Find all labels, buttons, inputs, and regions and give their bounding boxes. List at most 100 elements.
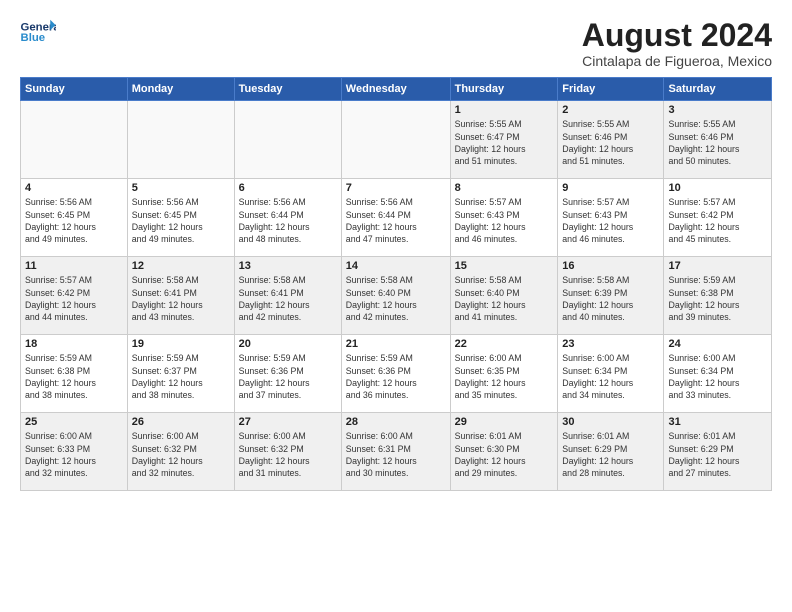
table-row: 15 Sunrise: 5:58 AMSunset: 6:40 PMDayligh… [450,257,558,335]
day-number: 5 [132,182,230,194]
day-info: Sunrise: 5:59 AMSunset: 6:37 PMDaylight:… [132,352,230,401]
day-number: 4 [25,182,123,194]
table-row: 14Sunrise: 5:58 AMSunset: 6:40 PMDayligh… [341,257,450,335]
title-block: August 2024 Cintalapa de Figueroa, Mexic… [582,18,772,69]
day-info: Sunrise: 5:57 AMSunset: 6:43 PMDaylight:… [562,196,659,245]
table-row [127,101,234,179]
col-sunday: Sunday [21,78,128,101]
day-info: Sunrise: 6:01 AMSunset: 6:30 PMDaylight:… [455,430,554,479]
day-number: 1 [455,104,554,116]
table-row: 13 Sunrise: 5:58 AMSunset: 6:41 PMDayligh… [234,257,341,335]
page: General Blue August 2024 Cintalapa de Fi… [0,0,792,501]
table-row [234,101,341,179]
calendar-week-row: 4 Sunrise: 5:56 AMSunset: 6:45 PMDaylight… [21,179,772,257]
month-year: August 2024 [582,18,772,53]
table-row: 17Sunrise: 5:59 AMSunset: 6:38 PMDayligh… [664,257,772,335]
day-info: Sunrise: 5:58 AMSunset: 6:41 PMDaylight:… [132,274,230,323]
table-row: 6 Sunrise: 5:56 AMSunset: 6:44 PMDaylight… [234,179,341,257]
day-info: Sunrise: 5:59 AMSunset: 6:36 PMDaylight:… [239,352,337,401]
day-info: Sunrise: 5:58 AMSunset: 6:40 PMDaylight:… [455,274,554,323]
day-number: 31 [668,416,767,428]
day-info: Sunrise: 6:00 AMSunset: 6:32 PMDaylight:… [132,430,230,479]
table-row [341,101,450,179]
table-row: 18Sunrise: 5:59 AMSunset: 6:38 PMDayligh… [21,335,128,413]
day-number: 3 [668,104,767,116]
day-number: 16 [562,260,659,272]
day-info: Sunrise: 5:55 AMSunset: 6:46 PMDaylight:… [562,118,659,167]
day-info: Sunrise: 6:00 AMSunset: 6:31 PMDaylight:… [346,430,446,479]
table-row: 1Sunrise: 5:55 AMSunset: 6:47 PMDaylight… [450,101,558,179]
day-info: Sunrise: 5:56 AMSunset: 6:44 PMDaylight:… [346,196,446,245]
table-row: 4Sunrise: 5:56 AMSunset: 6:45 PMDaylight… [21,179,128,257]
header: General Blue August 2024 Cintalapa de Fi… [20,18,772,69]
col-friday: Friday [558,78,664,101]
day-info: Sunrise: 6:00 AMSunset: 6:34 PMDaylight:… [562,352,659,401]
day-info: Sunrise: 6:00 AMSunset: 6:33 PMDaylight:… [25,430,123,479]
table-row: 19 Sunrise: 5:59 AMSunset: 6:37 PMDayligh… [127,335,234,413]
day-number: 11 [25,260,123,272]
calendar-header-row: Sunday Monday Tuesday Wednesday Thursday… [21,78,772,101]
day-number: 17 [668,260,767,272]
calendar-week-row: 11 Sunrise: 5:57 AMSunset: 6:42 PMDayligh… [21,257,772,335]
table-row: 30Sunrise: 6:01 AMSunset: 6:29 PMDayligh… [558,413,664,491]
day-info: Sunrise: 5:59 AMSunset: 6:38 PMDaylight:… [25,352,123,401]
logo: General Blue [20,18,56,46]
day-number: 9 [562,182,659,194]
col-wednesday: Wednesday [341,78,450,101]
day-info: Sunrise: 5:58 AMSunset: 6:39 PMDaylight:… [562,274,659,323]
day-info: Sunrise: 5:57 AMSunset: 6:43 PMDaylight:… [455,196,554,245]
day-info: Sunrise: 5:58 AMSunset: 6:41 PMDaylight:… [239,274,337,323]
day-number: 6 [239,182,337,194]
table-row: 8 Sunrise: 5:57 AMSunset: 6:43 PMDaylight… [450,179,558,257]
table-row: 28 Sunrise: 6:00 AMSunset: 6:31 PMDayligh… [341,413,450,491]
day-number: 25 [25,416,123,428]
day-number: 22 [455,338,554,350]
table-row: 23 Sunrise: 6:00 AMSunset: 6:34 PMDayligh… [558,335,664,413]
col-thursday: Thursday [450,78,558,101]
table-row: 27Sunrise: 6:00 AMSunset: 6:32 PMDayligh… [234,413,341,491]
table-row: 9 Sunrise: 5:57 AMSunset: 6:43 PMDaylight… [558,179,664,257]
calendar: Sunday Monday Tuesday Wednesday Thursday… [20,77,772,491]
day-info: Sunrise: 5:58 AMSunset: 6:40 PMDaylight:… [346,274,446,323]
svg-text:Blue: Blue [21,32,46,44]
table-row: 24 Sunrise: 6:00 AMSunset: 6:34 PMDayligh… [664,335,772,413]
day-number: 19 [132,338,230,350]
table-row: 20Sunrise: 5:59 AMSunset: 6:36 PMDayligh… [234,335,341,413]
day-number: 2 [562,104,659,116]
day-info: Sunrise: 5:56 AMSunset: 6:45 PMDaylight:… [132,196,230,245]
day-number: 13 [239,260,337,272]
day-info: Sunrise: 5:57 AMSunset: 6:42 PMDaylight:… [668,196,767,245]
table-row: 7 Sunrise: 5:56 AMSunset: 6:44 PMDaylight… [341,179,450,257]
day-number: 30 [562,416,659,428]
table-row: 3 Sunrise: 5:55 AMSunset: 6:46 PMDaylight… [664,101,772,179]
table-row: 10 Sunrise: 5:57 AMSunset: 6:42 PMDayligh… [664,179,772,257]
day-info: Sunrise: 5:57 AMSunset: 6:42 PMDaylight:… [25,274,123,323]
day-number: 29 [455,416,554,428]
col-saturday: Saturday [664,78,772,101]
day-info: Sunrise: 6:00 AMSunset: 6:32 PMDaylight:… [239,430,337,479]
day-info: Sunrise: 5:56 AMSunset: 6:44 PMDaylight:… [239,196,337,245]
day-info: Sunrise: 6:00 AMSunset: 6:34 PMDaylight:… [668,352,767,401]
table-row: 26 Sunrise: 6:00 AMSunset: 6:32 PMDayligh… [127,413,234,491]
table-row: 29 Sunrise: 6:01 AMSunset: 6:30 PMDayligh… [450,413,558,491]
table-row: 5 Sunrise: 5:56 AMSunset: 6:45 PMDaylight… [127,179,234,257]
day-number: 8 [455,182,554,194]
table-row: 11 Sunrise: 5:57 AMSunset: 6:42 PMDayligh… [21,257,128,335]
table-row: 21Sunrise: 5:59 AMSunset: 6:36 PMDayligh… [341,335,450,413]
day-number: 26 [132,416,230,428]
day-info: Sunrise: 5:55 AMSunset: 6:46 PMDaylight:… [668,118,767,167]
calendar-week-row: 25 Sunrise: 6:00 AMSunset: 6:33 PMDayligh… [21,413,772,491]
day-number: 12 [132,260,230,272]
day-number: 7 [346,182,446,194]
logo-icon: General Blue [20,18,56,46]
calendar-week-row: 18Sunrise: 5:59 AMSunset: 6:38 PMDayligh… [21,335,772,413]
day-number: 15 [455,260,554,272]
calendar-week-row: 1Sunrise: 5:55 AMSunset: 6:47 PMDaylight… [21,101,772,179]
day-number: 10 [668,182,767,194]
day-number: 23 [562,338,659,350]
day-number: 28 [346,416,446,428]
table-row: 25 Sunrise: 6:00 AMSunset: 6:33 PMDayligh… [21,413,128,491]
col-tuesday: Tuesday [234,78,341,101]
table-row: 22Sunrise: 6:00 AMSunset: 6:35 PMDayligh… [450,335,558,413]
day-number: 24 [668,338,767,350]
